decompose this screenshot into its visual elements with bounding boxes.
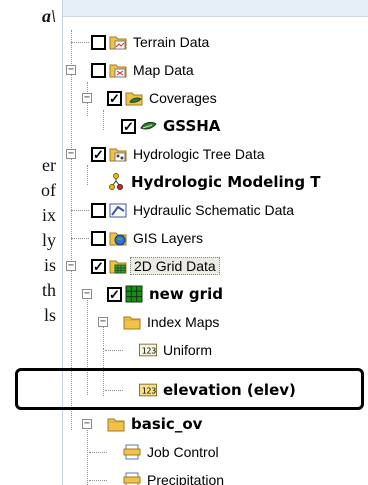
- tree-item-terrain-data[interactable]: Terrain Data: [71, 30, 212, 54]
- tree-item-new-grid[interactable]: − ✓ new grid: [82, 282, 226, 306]
- checkbox-unchecked[interactable]: [91, 230, 106, 246]
- doc-fragment: is: [43, 255, 56, 275]
- checkbox-checked[interactable]: ✓: [121, 118, 136, 134]
- hydrologic-tree-folder-icon: [109, 145, 127, 163]
- tree-item-basic-ov[interactable]: − basic_ov: [82, 412, 205, 436]
- terrain-folder-icon: [109, 33, 127, 51]
- checkbox-checked[interactable]: ✓: [107, 90, 122, 106]
- panel-header-strip: [63, 0, 368, 17]
- tree-item-2d-grid-data[interactable]: − ✓ 2D Grid Data: [66, 254, 220, 278]
- checkbox-checked[interactable]: ✓: [91, 146, 106, 162]
- tree-item-hydraulic-schematic-data[interactable]: Hydraulic Schematic Data: [71, 198, 297, 222]
- tree-item-gssha[interactable]: ✓ GSSHA: [121, 114, 223, 138]
- map-folder-icon: [109, 61, 127, 79]
- grid-folder-icon: [109, 257, 127, 275]
- tree-item-uniform[interactable]: 123 Uniform: [105, 338, 215, 362]
- gis-globe-icon: [109, 229, 127, 247]
- collapse-icon[interactable]: −: [66, 261, 76, 271]
- doc-fragment: ls: [43, 305, 56, 325]
- doc-fragment: of: [41, 180, 56, 200]
- doc-fragment: th: [41, 280, 56, 300]
- hydrologic-model-icon: [107, 173, 125, 191]
- project-explorer-tree: Terrain Data − Map Data − ✓ Coverages ✓ …: [62, 0, 368, 485]
- document-icon: [123, 471, 141, 485]
- tree-item-hydrologic-tree-data[interactable]: − ✓ Hydrologic Tree Data: [66, 142, 268, 166]
- checkbox-unchecked[interactable]: [91, 62, 106, 78]
- tree-connector-line: [103, 110, 104, 130]
- collapse-icon[interactable]: −: [66, 65, 76, 75]
- checkbox-checked[interactable]: ✓: [91, 258, 106, 274]
- tree-item-job-control[interactable]: Job Control: [89, 440, 222, 464]
- collapse-icon[interactable]: −: [82, 289, 92, 299]
- coverages-folder-icon: [125, 89, 143, 107]
- tree-item-hydrologic-modeling[interactable]: Hydrologic Modeling T: [107, 170, 324, 194]
- tree-connector-line: [87, 430, 88, 485]
- document-icon: [123, 443, 141, 461]
- checkbox-unchecked[interactable]: [91, 202, 106, 218]
- checkbox-checked[interactable]: ✓: [107, 286, 122, 302]
- checkbox-unchecked[interactable]: [91, 34, 106, 50]
- hydraulic-schematic-icon: [109, 201, 127, 219]
- svg-text:123: 123: [142, 346, 157, 356]
- folder-icon: [123, 313, 141, 331]
- collapse-icon[interactable]: −: [98, 317, 108, 327]
- document-text-fragment-column: a\ er of ix ly is th ls: [0, 0, 58, 485]
- doc-fragment: ix: [41, 205, 56, 225]
- collapse-icon[interactable]: −: [82, 419, 92, 429]
- tree-item-coverages[interactable]: − ✓ Coverages: [82, 86, 220, 110]
- folder-icon: [107, 415, 125, 433]
- callout-highlight-box: [15, 368, 364, 410]
- collapse-icon[interactable]: −: [82, 93, 92, 103]
- tree-item-index-maps[interactable]: − Index Maps: [98, 310, 222, 334]
- doc-fragment: ly: [41, 230, 56, 250]
- tree-item-map-data[interactable]: − Map Data: [66, 58, 197, 82]
- coverage-icon: [139, 117, 157, 135]
- collapse-icon[interactable]: −: [66, 149, 76, 159]
- grid-icon: [125, 285, 143, 303]
- tree-connector-line: [87, 165, 88, 185]
- tree-item-precipitation[interactable]: Precipitation: [89, 468, 227, 485]
- doc-fragment: er: [42, 155, 56, 175]
- doc-fragment: a\: [41, 6, 56, 26]
- tree-item-gis-layers[interactable]: GIS Layers: [71, 226, 206, 250]
- index-map-123-icon: 123: [139, 341, 157, 359]
